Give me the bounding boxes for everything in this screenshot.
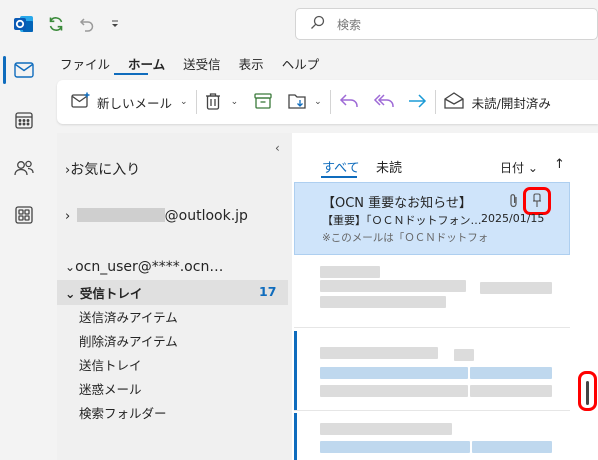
redacted-text	[470, 385, 552, 397]
chevron-down-icon: ⌄	[65, 286, 76, 301]
ribbon-separator	[434, 90, 436, 114]
archive-icon[interactable]	[254, 92, 272, 112]
redacted-text	[320, 423, 452, 435]
new-mail-icon	[71, 92, 91, 113]
message-preview: ※このメールは「ＯＣＮドットフォ	[322, 232, 489, 244]
highlight-box	[578, 371, 597, 411]
mail-icon[interactable]	[0, 53, 48, 87]
new-mail-dropdown-icon[interactable]: ⌄	[180, 97, 188, 107]
message-date: 2025/01/15	[481, 212, 545, 225]
chevron-down-icon: ⌄	[65, 260, 76, 274]
ribbon-separator	[195, 90, 197, 114]
redacted-text	[320, 296, 446, 308]
menu-send-receive[interactable]: 送受信	[183, 54, 221, 73]
menu-active-underline	[114, 73, 148, 75]
customize-toolbar-icon[interactable]	[103, 12, 127, 36]
chevron-right-icon: ›	[65, 209, 71, 224]
search-icon	[310, 15, 325, 34]
search-placeholder: 検索	[337, 17, 362, 32]
menu-file[interactable]: ファイル	[60, 54, 110, 73]
reply-all-icon[interactable]	[373, 92, 395, 113]
message-subject: 【重要】「ＯＣＮドットフォン…	[322, 214, 482, 227]
folder-search[interactable]: 検索フォルダー	[79, 403, 167, 422]
message-item-selected[interactable]: 【OCN 重要なお知らせ】 【重要】「ＯＣＮドットフォン… 2025/01/15…	[294, 182, 570, 255]
people-icon[interactable]	[0, 151, 48, 185]
new-mail-label: 新しいメール	[97, 95, 173, 111]
tab-all[interactable]: すべて	[322, 157, 360, 176]
message-sender: 【OCN 重要なお知らせ】	[322, 196, 472, 211]
redacted-text	[472, 441, 552, 453]
title-bar: 検索	[0, 0, 598, 48]
redacted-text	[320, 266, 380, 278]
redacted-text	[470, 367, 552, 379]
sort-by-date-button[interactable]: 日付 ⌄	[500, 159, 538, 176]
move-dropdown-icon[interactable]: ⌄	[314, 97, 322, 107]
chevron-down-icon: ⌄	[524, 161, 538, 175]
favorites-header[interactable]: ›お気に入り	[65, 159, 140, 179]
sync-icon[interactable]	[44, 12, 68, 36]
account2-header[interactable]: ⌄ocn_user@****.ocn…	[65, 259, 223, 275]
message-item[interactable]	[294, 256, 570, 328]
delete-dropdown-icon[interactable]: ⌄	[231, 97, 239, 107]
delete-icon[interactable]	[205, 92, 221, 113]
collapse-pane-icon[interactable]: ‹	[275, 141, 280, 155]
tab-unread[interactable]: 未読	[376, 157, 402, 176]
apps-icon[interactable]	[0, 198, 48, 232]
envelope-open-icon	[444, 91, 464, 113]
menu-view[interactable]: 表示	[239, 54, 264, 73]
undo-icon[interactable]	[75, 12, 99, 36]
folder-deleted[interactable]: 削除済みアイテム	[79, 331, 178, 350]
redacted-text	[454, 349, 474, 361]
message-list: すべて 未読 日付 ⌄ ↑ 【OCN 重要なお知らせ】 【重要】「ＯＣＮドットフ…	[292, 133, 598, 460]
redacted-text	[320, 441, 470, 453]
account1-header[interactable]: › @outlook.jp	[65, 208, 248, 224]
new-mail-button[interactable]: 新しいメール	[71, 92, 172, 113]
menu-help[interactable]: ヘルプ	[282, 54, 320, 73]
folder-pane: ‹ ›お気に入り › @outlook.jp ⌄ocn_user@****.oc…	[57, 133, 292, 460]
calendar-icon[interactable]	[0, 103, 48, 137]
redacted-email-block	[76, 208, 165, 222]
redacted-text	[320, 280, 466, 292]
ribbon: 新しいメール ⌄ ⌄ ⌄ 未読/開封済み	[57, 80, 598, 124]
message-item[interactable]	[294, 413, 570, 460]
folder-sent[interactable]: 送信済みアイテム	[79, 307, 178, 326]
message-item[interactable]	[294, 331, 570, 411]
folder-outbox[interactable]: 送信トレイ	[79, 355, 142, 374]
redacted-text	[320, 385, 468, 397]
folder-junk[interactable]: 迷惑メール	[79, 379, 142, 398]
outlook-logo-icon	[12, 12, 36, 36]
sort-direction-arrow-icon[interactable]: ↑	[554, 157, 565, 172]
redacted-text	[320, 367, 468, 379]
menu-home[interactable]: ホーム	[128, 54, 165, 73]
read-unread-button[interactable]: 未読/開封済み	[444, 91, 551, 113]
reply-icon[interactable]	[339, 92, 359, 113]
tab-all-underline	[321, 176, 357, 178]
search-input[interactable]: 検索	[295, 8, 598, 40]
forward-icon[interactable]	[407, 92, 427, 113]
inbox-unread-count: 17	[259, 284, 277, 299]
menu-bar: ファイル ホーム 送受信 表示 ヘルプ	[60, 54, 337, 73]
folder-inbox[interactable]: ⌄ 受信トレイ	[65, 283, 142, 302]
pin-icon[interactable]	[531, 193, 543, 213]
move-icon[interactable]	[288, 92, 308, 113]
attachment-icon[interactable]	[509, 193, 519, 213]
redacted-text	[320, 347, 438, 359]
read-unread-label: 未読/開封済み	[471, 95, 551, 111]
ribbon-separator	[329, 90, 331, 114]
redacted-text	[480, 282, 552, 294]
